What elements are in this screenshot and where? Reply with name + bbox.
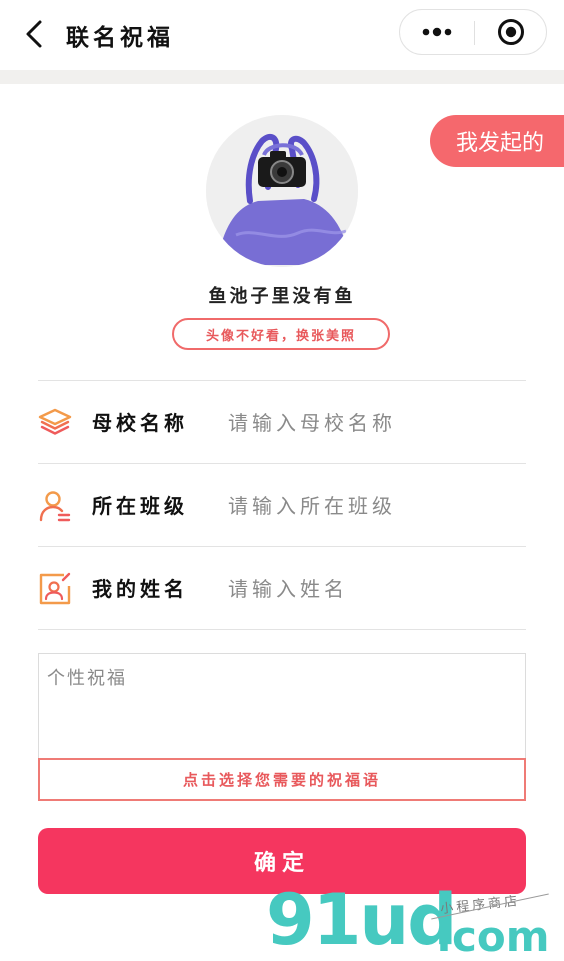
more-button[interactable]: [400, 10, 474, 54]
personal-wish-box: [38, 653, 526, 759]
back-button[interactable]: [14, 14, 54, 54]
select-wish-button[interactable]: 点击选择您需要的祝福语: [38, 758, 526, 801]
close-mini-program-button[interactable]: [475, 10, 547, 54]
divider: [38, 629, 526, 630]
id-card-icon: [38, 572, 72, 606]
navigation-bar: 联名祝福: [0, 0, 564, 70]
divider: [38, 463, 526, 464]
school-name-input[interactable]: [228, 404, 518, 442]
change-avatar-button[interactable]: 头像不好看，换张美照: [172, 318, 390, 350]
divider: [38, 380, 526, 381]
my-name-input[interactable]: [228, 570, 518, 608]
mini-program-capsule: [399, 9, 547, 55]
divider: [38, 546, 526, 547]
class-label: 所在班级: [92, 494, 188, 518]
avatar-image: [206, 115, 358, 267]
watermark-domain: .com: [436, 912, 550, 961]
my-name-label: 我的姓名: [92, 577, 188, 601]
watermark-logo: 91ud: [266, 879, 457, 961]
personal-wish-textarea[interactable]: [47, 664, 515, 750]
form-row-class: 所在班级: [38, 465, 526, 547]
nav-separator-band: [0, 70, 564, 84]
class-input[interactable]: [228, 487, 518, 525]
form-row-name: 我的姓名: [38, 548, 526, 630]
user-list-icon: [38, 489, 72, 523]
nickname: 鱼池子里没有鱼: [208, 286, 356, 307]
avatar[interactable]: [206, 115, 358, 267]
form-row-school: 母校名称: [38, 382, 526, 464]
graduation-cap-icon: [38, 406, 72, 440]
more-dots-icon: [422, 27, 452, 37]
my-launched-tag[interactable]: 我发起的: [430, 115, 564, 167]
school-name-label: 母校名称: [92, 411, 188, 435]
page-title: 联名祝福: [66, 24, 174, 51]
target-circle-icon: [498, 19, 524, 45]
chevron-left-icon: [26, 20, 42, 48]
